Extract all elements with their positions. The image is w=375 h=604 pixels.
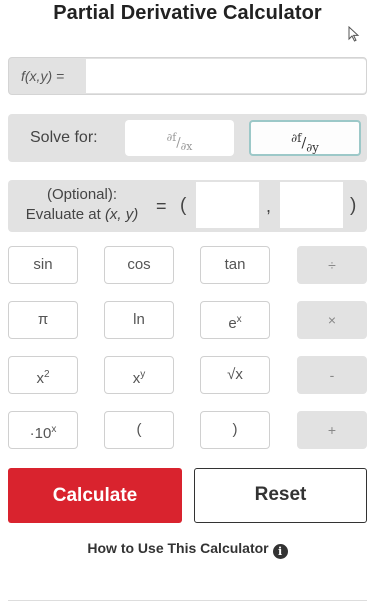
solve-for-label: Solve for:	[30, 129, 98, 146]
comma: ,	[266, 196, 272, 216]
solve-for-partial-x-button[interactable]: ∂f/∂x	[125, 120, 234, 156]
mouse-cursor-icon	[348, 26, 360, 42]
partial-x-numerator: ∂f	[166, 131, 177, 144]
scientific-notation-key[interactable]: ·10x	[8, 411, 78, 449]
evaluate-label-text: Evaluate at (x, y)	[8, 205, 156, 225]
equals-sign: =	[156, 196, 167, 216]
open-paren: (	[180, 195, 187, 216]
left-paren-key[interactable]: (	[104, 411, 174, 449]
solve-for-partial-y-button[interactable]: ∂f/∂y	[249, 120, 361, 156]
power-key-power: y	[140, 369, 146, 380]
evaluate-label-optional: (Optional):	[46, 186, 118, 203]
evaluate-x-input[interactable]	[196, 182, 259, 228]
how-to-use-text: How to Use This Calculator	[87, 540, 269, 556]
plus-key[interactable]: +	[297, 411, 367, 449]
ln-key[interactable]: ln	[104, 301, 174, 339]
page-title: Partial Derivative Calculator	[53, 2, 322, 24]
solve-for-row: Solve for: ∂f/∂x ∂f/∂y	[8, 114, 367, 162]
exp-key-base: e	[228, 315, 237, 332]
sci-key-power: x	[51, 424, 57, 435]
evaluate-label-vars: (x, y)	[104, 206, 139, 223]
pi-key[interactable]: π	[8, 301, 78, 339]
calculate-button[interactable]: Calculate	[8, 468, 182, 523]
evaluate-label: (Optional): Evaluate at (x, y)	[8, 185, 156, 225]
partial-y-denominator: ∂y	[306, 140, 319, 155]
sin-key[interactable]: sin	[8, 246, 78, 284]
sci-key-base: ·10	[29, 425, 52, 442]
evaluate-at-row: (Optional): Evaluate at (x, y) = ( , )	[8, 180, 367, 232]
partial-x-denominator: ∂x	[180, 139, 193, 153]
exp-key[interactable]: ex	[200, 301, 270, 339]
evaluate-label-prefix: Evaluate at	[25, 206, 105, 223]
square-key-power: 2	[43, 369, 50, 380]
square-key[interactable]: x2	[8, 356, 78, 394]
right-paren-key[interactable]: )	[200, 411, 270, 449]
tan-key[interactable]: tan	[200, 246, 270, 284]
function-field-row: f(x,y) =	[8, 57, 367, 95]
function-input[interactable]	[86, 59, 366, 93]
multiply-key[interactable]: ×	[297, 301, 367, 339]
minus-key[interactable]: -	[297, 356, 367, 394]
info-icon: i	[272, 544, 288, 559]
partial-y-numerator: ∂f	[291, 131, 302, 145]
reset-button[interactable]: Reset	[194, 468, 367, 523]
cos-key[interactable]: cos	[104, 246, 174, 284]
function-label: f(x,y) =	[21, 68, 65, 84]
square-key-base: x	[36, 370, 44, 387]
evaluate-y-input[interactable]	[280, 182, 343, 228]
divider	[8, 600, 367, 601]
close-paren: )	[350, 195, 357, 216]
sqrt-key[interactable]: √x	[200, 356, 270, 394]
exp-key-power: x	[236, 314, 242, 325]
how-to-use-link[interactable]: How to Use This Calculator i	[0, 540, 375, 559]
power-key[interactable]: xy	[104, 356, 174, 394]
divide-key[interactable]: ÷	[297, 246, 367, 284]
